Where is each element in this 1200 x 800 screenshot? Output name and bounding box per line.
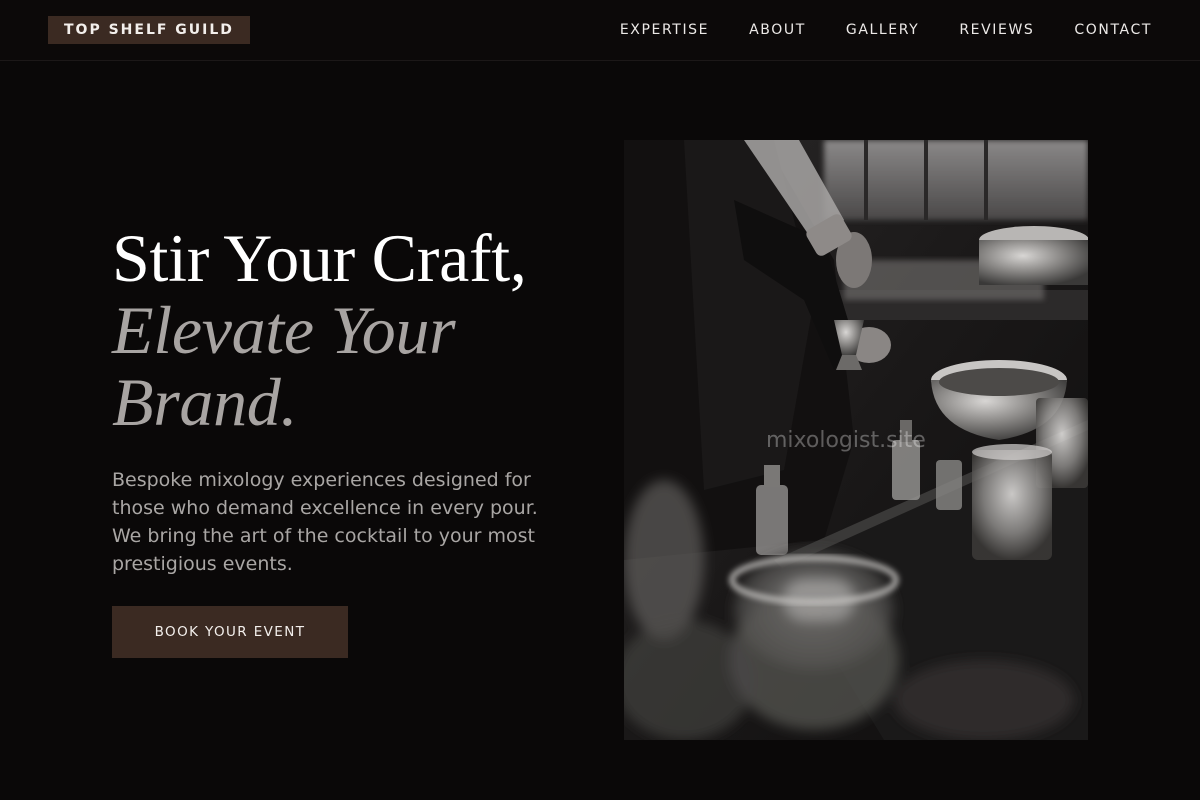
hero-title-line-3: Brand. [112, 364, 298, 440]
hero-title: Stir Your Craft, Elevate Your Brand. [112, 222, 582, 438]
navbar: TOP SHELF GUILD EXPERTISE ABOUT GALLERY … [0, 0, 1200, 61]
nav-link-contact[interactable]: CONTACT [1074, 22, 1152, 38]
hero-image: mixologist.site [624, 140, 1088, 740]
hero-description: Bespoke mixology experiences designed fo… [112, 469, 538, 575]
hero-text: Stir Your Craft, Elevate Your Brand. Bes… [112, 222, 582, 578]
hero-title-line-2: Elevate Your [112, 292, 456, 368]
image-watermark: mixologist.site [766, 428, 926, 453]
nav-link-expertise[interactable]: EXPERTISE [620, 22, 709, 38]
nav-link-reviews[interactable]: REVIEWS [959, 22, 1034, 38]
nav-links: EXPERTISE ABOUT GALLERY REVIEWS CONTACT [620, 0, 1152, 60]
nav-link-about[interactable]: ABOUT [749, 22, 806, 38]
hero-title-line-1: Stir Your Craft, [112, 220, 527, 296]
nav-link-gallery[interactable]: GALLERY [846, 22, 919, 38]
book-event-button[interactable]: BOOK YOUR EVENT [112, 606, 348, 658]
brand-logo[interactable]: TOP SHELF GUILD [48, 16, 250, 44]
